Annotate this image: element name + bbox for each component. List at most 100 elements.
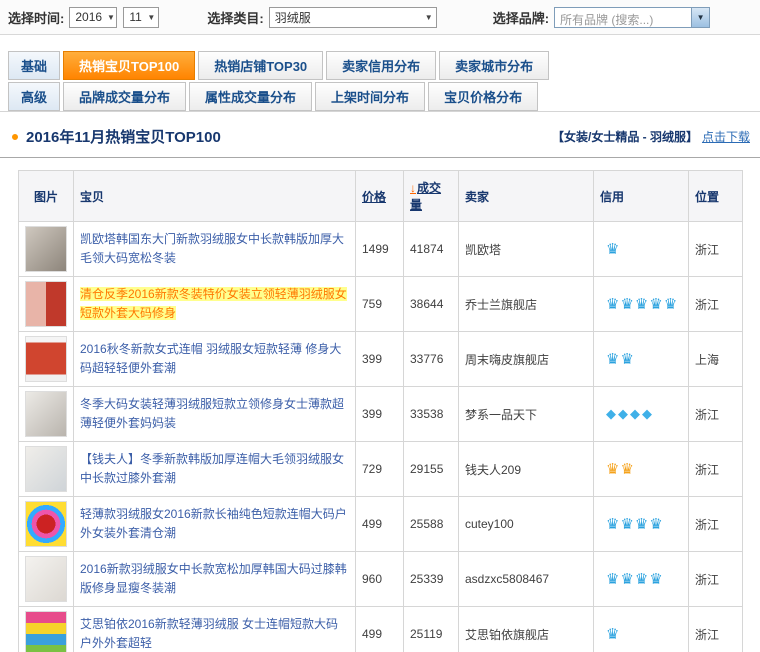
table-row: 清仓反季2016新款冬装特价女装立领轻薄羽绒服女短款外套大码修身 759 386… xyxy=(19,277,743,332)
product-thumbnail[interactable] xyxy=(25,281,67,327)
volume-cell: 29155 xyxy=(404,442,459,497)
blue-crown-icon: ♛ xyxy=(606,626,619,643)
credit-cell: ♛ xyxy=(594,607,689,652)
header-price-sort[interactable]: 价格 xyxy=(356,171,404,222)
item-title-link[interactable]: 清仓反季2016新款冬装特价女装立领轻薄羽绒服女短款外套大码修身 xyxy=(80,285,349,322)
tab-item-price-distribution[interactable]: 宝贝价格分布 xyxy=(428,82,538,111)
tab-seller-city-distribution[interactable]: 卖家城市分布 xyxy=(439,51,549,80)
tab-brand-volume-distribution[interactable]: 品牌成交量分布 xyxy=(63,82,186,111)
download-link[interactable]: 点击下载 xyxy=(702,128,750,145)
items-table-body: 凯欧塔韩国东大门新款羽绒服女中长款韩版加厚大毛领大码宽松冬装 1499 4187… xyxy=(19,222,743,652)
header-item: 宝贝 xyxy=(74,171,356,222)
item-title-link[interactable]: 凯欧塔韩国东大门新款羽绒服女中长款韩版加厚大毛领大码宽松冬装 xyxy=(80,230,349,267)
price-cell: 960 xyxy=(356,552,404,607)
table-header-row: 图片 宝贝 价格 ↓成交量 卖家 信用 位置 xyxy=(19,171,743,222)
seller-cell: 艾思铂依旗舰店 xyxy=(459,607,594,652)
tabs-area: 基础 热销宝贝TOP100 热销店铺TOP30 卖家信用分布 卖家城市分布 高级… xyxy=(0,35,760,112)
header-image: 图片 xyxy=(19,171,74,222)
brand-combobox: 所有品牌 (搜索...) ▼ xyxy=(554,7,710,28)
chevron-down-icon: ▼ xyxy=(697,13,705,22)
blue-crown-icon: ♛ xyxy=(620,296,633,313)
sort-descending-icon: ↓ xyxy=(410,181,416,195)
category-select-value: 羽绒服 xyxy=(275,9,311,26)
seller-cell: 钱夫人209 xyxy=(459,442,594,497)
volume-cell: 25119 xyxy=(404,607,459,652)
blue-crown-icon: ♛ xyxy=(606,351,619,368)
item-title-link[interactable]: 艾思铂依2016新款轻薄羽绒服 女士连帽短款大码户外外套超轻 xyxy=(80,615,349,652)
seller-cell: asdzxc5808467 xyxy=(459,552,594,607)
table-row: 2016新款羽绒服女中长款宽松加厚韩国大码过膝韩版修身显瘦冬装潮 960 253… xyxy=(19,552,743,607)
credit-cell: ♛♛ xyxy=(594,442,689,497)
tab-attribute-volume-distribution[interactable]: 属性成交量分布 xyxy=(189,82,312,111)
table-row: 凯欧塔韩国东大门新款羽绒服女中长款韩版加厚大毛领大码宽松冬装 1499 4187… xyxy=(19,222,743,277)
location-cell: 浙江 xyxy=(689,222,743,277)
item-title-link[interactable]: 冬季大码女装轻薄羽绒服短款立领修身女士薄款超薄轻便外套妈妈装 xyxy=(80,395,349,432)
volume-cell: 41874 xyxy=(404,222,459,277)
product-thumbnail[interactable] xyxy=(25,501,67,547)
tab-listing-time-distribution[interactable]: 上架时间分布 xyxy=(315,82,425,111)
diamond-icon: ◆ xyxy=(618,406,628,421)
table-row: 冬季大码女装轻薄羽绒服短款立领修身女士薄款超薄轻便外套妈妈装 399 33538… xyxy=(19,387,743,442)
seller-cell: cutey100 xyxy=(459,497,594,552)
location-cell: 浙江 xyxy=(689,497,743,552)
product-thumbnail[interactable] xyxy=(25,556,67,602)
volume-cell: 38644 xyxy=(404,277,459,332)
price-cell: 499 xyxy=(356,497,404,552)
table-row: 艾思铂依2016新款轻薄羽绒服 女士连帽短款大码户外外套超轻 499 25119… xyxy=(19,607,743,652)
month-select[interactable]: 11 ▼ xyxy=(123,7,159,28)
tab-group-advanced[interactable]: 高级 xyxy=(8,82,60,111)
item-title-link[interactable]: 2016秋冬新款女式连帽 羽绒服女短款轻薄 修身大码超轻轻便外套潮 xyxy=(80,340,349,377)
category-breadcrumb: 【女装/女士精品 - 羽绒服】 xyxy=(552,128,698,145)
brand-filter-label: 选择品牌: xyxy=(493,8,549,27)
item-title-link[interactable]: 【钱夫人】冬季新款韩版加厚连帽大毛领羽绒服女中长款过膝外套潮 xyxy=(80,450,349,487)
volume-cell: 25588 xyxy=(404,497,459,552)
item-title-link[interactable]: 2016新款羽绒服女中长款宽松加厚韩国大码过膝韩版修身显瘦冬装潮 xyxy=(80,560,349,597)
credit-cell: ♛♛♛♛♛ xyxy=(594,277,689,332)
product-thumbnail[interactable] xyxy=(25,336,67,382)
diamond-icon: ◆ xyxy=(630,406,640,421)
blue-crown-icon: ♛ xyxy=(620,516,633,533)
tab-hot-items-top100[interactable]: 热销宝贝TOP100 xyxy=(63,51,195,80)
category-filter-label: 选择类目: xyxy=(207,8,263,27)
location-cell: 浙江 xyxy=(689,387,743,442)
section-header: 2016年11月热销宝贝TOP100 【女装/女士精品 - 羽绒服】 点击下载 xyxy=(0,112,760,158)
credit-cell: ♛♛♛♛ xyxy=(594,497,689,552)
gold-crown-icon: ♛ xyxy=(620,461,633,478)
blue-crown-icon: ♛ xyxy=(649,296,662,313)
location-cell: 浙江 xyxy=(689,607,743,652)
credit-cell: ♛♛♛♛ xyxy=(594,552,689,607)
tab-group-basic[interactable]: 基础 xyxy=(8,51,60,80)
product-thumbnail[interactable] xyxy=(25,391,67,437)
price-cell: 1499 xyxy=(356,222,404,277)
month-select-value: 11 xyxy=(129,10,141,24)
brand-dropdown-button[interactable]: ▼ xyxy=(691,8,709,27)
gold-crown-icon: ♛ xyxy=(606,461,619,478)
basic-tab-row: 基础 热销宝贝TOP100 热销店铺TOP30 卖家信用分布 卖家城市分布 xyxy=(8,51,752,80)
credit-cell: ◆◆◆◆ xyxy=(594,387,689,442)
section-bullet-icon xyxy=(12,134,18,140)
diamond-icon: ◆ xyxy=(606,406,616,421)
filter-bar: 选择时间: 2016 ▼ 11 ▼ 选择类目: 羽绒服 ▼ 选择品牌: 所有品牌… xyxy=(0,0,760,35)
blue-crown-icon: ♛ xyxy=(606,571,619,588)
year-select-value: 2016 xyxy=(75,10,102,24)
blue-crown-icon: ♛ xyxy=(606,241,619,258)
credit-cell: ♛♛ xyxy=(594,332,689,387)
header-credit: 信用 xyxy=(594,171,689,222)
item-title-link[interactable]: 轻薄款羽绒服女2016新款长袖纯色短款连帽大码户外女装外套清仓潮 xyxy=(80,505,349,542)
blue-crown-icon: ♛ xyxy=(606,296,619,313)
product-thumbnail[interactable] xyxy=(25,611,67,652)
table-row: 【钱夫人】冬季新款韩版加厚连帽大毛领羽绒服女中长款过膝外套潮 729 29155… xyxy=(19,442,743,497)
category-select[interactable]: 羽绒服 ▼ xyxy=(269,7,437,28)
product-thumbnail[interactable] xyxy=(25,226,67,272)
brand-search-input[interactable]: 所有品牌 (搜索...) xyxy=(555,8,691,27)
product-thumbnail[interactable] xyxy=(25,446,67,492)
blue-crown-icon: ♛ xyxy=(635,571,648,588)
price-cell: 729 xyxy=(356,442,404,497)
blue-crown-icon: ♛ xyxy=(635,296,648,313)
year-select[interactable]: 2016 ▼ xyxy=(69,7,117,28)
price-cell: 499 xyxy=(356,607,404,652)
tab-hot-shops-top30[interactable]: 热销店铺TOP30 xyxy=(198,51,323,80)
header-volume-sort[interactable]: ↓成交量 xyxy=(404,171,459,222)
tab-seller-credit-distribution[interactable]: 卖家信用分布 xyxy=(326,51,436,80)
page-title: 2016年11月热销宝贝TOP100 xyxy=(26,126,221,147)
